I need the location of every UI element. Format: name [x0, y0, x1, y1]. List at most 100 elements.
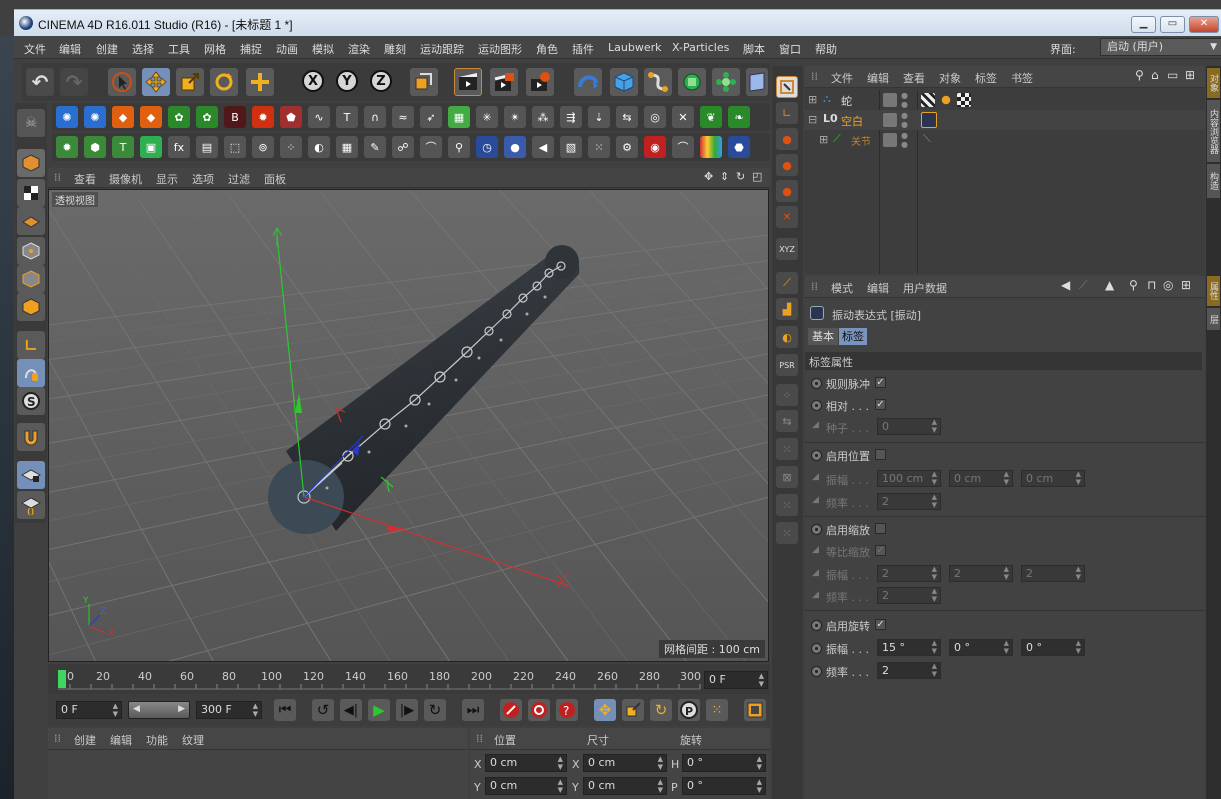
tab-content-browser[interactable]: 内容浏览器	[1207, 100, 1220, 162]
lock-z-axis-button[interactable]: Z	[370, 70, 392, 92]
om-menu-bookmarks[interactable]: 书签	[1011, 70, 1033, 86]
render-settings-icon[interactable]	[526, 68, 554, 96]
lock-y-axis-button[interactable]: Y	[336, 70, 358, 92]
viewport-menu-filter[interactable]: 过滤	[228, 171, 250, 187]
texture-mode-icon[interactable]	[17, 179, 45, 207]
enable-scale-checkbox[interactable]	[875, 523, 886, 534]
render-view-icon[interactable]	[454, 68, 482, 96]
xp-gravity-icon[interactable]: ⇣	[588, 106, 610, 128]
xp-group-icon[interactable]: ◆	[140, 106, 162, 128]
viewport-menu-display[interactable]: 显示	[156, 171, 178, 187]
xp-leaf-icon[interactable]: ❦	[700, 106, 722, 128]
cube-primitive-icon[interactable]	[610, 68, 638, 96]
xp-text-icon[interactable]: T	[336, 106, 358, 128]
xyz-axis-icon[interactable]: XYZ	[776, 238, 798, 260]
points-mode-icon[interactable]	[17, 237, 45, 265]
size-x-field[interactable]: 0 cm ▲ ▼	[583, 754, 667, 772]
xp-fx-icon[interactable]: fx	[168, 136, 190, 158]
om-menu-file[interactable]: 文件	[831, 70, 853, 86]
scale-tool-icon[interactable]	[176, 68, 204, 96]
layout-select[interactable]: 启动 (用户) ▼	[1100, 38, 1221, 56]
go-to-start-icon[interactable]: ⏮	[274, 699, 296, 721]
xp-vortex-icon[interactable]: ◎	[644, 106, 666, 128]
ik-tag-icon[interactable]: ⟍	[923, 132, 931, 146]
viewport-pan-icon[interactable]: ✥	[704, 170, 713, 183]
animate-radio[interactable]	[811, 450, 822, 461]
lock-x-axis-button[interactable]: X	[302, 70, 324, 92]
xp-kill-icon[interactable]: ◉	[644, 136, 666, 158]
position-amplitude-y-field[interactable]: 0 cm ▲ ▼	[949, 470, 1013, 487]
tab-objects[interactable]: 对象	[1207, 68, 1220, 98]
visibility-dots-icon[interactable]: ● ●	[901, 111, 908, 129]
scale-frequency-field[interactable]: 2 ▲ ▼	[877, 587, 941, 604]
new-window-icon[interactable]: ⊞	[1185, 68, 1195, 82]
visibility-dots-icon[interactable]: ● ●	[901, 131, 908, 149]
redo-icon[interactable]: ↷	[60, 68, 88, 96]
menu-snap[interactable]: 捕捉	[240, 41, 262, 57]
spinner-icon[interactable]: ▲ ▼	[757, 778, 762, 794]
menu-mograph[interactable]: 运动图形	[478, 41, 522, 57]
magnet-icon[interactable]	[17, 423, 45, 451]
xp-shield-icon[interactable]: ⬟	[280, 106, 302, 128]
xp-graph-icon[interactable]: ▤	[196, 136, 218, 158]
object-name[interactable]: 关节	[851, 133, 871, 148]
expand-icon[interactable]: ⊟	[808, 113, 817, 126]
animate-radio[interactable]	[811, 378, 822, 389]
vibrate-tag-icon[interactable]	[921, 112, 937, 128]
spinner-icon[interactable]: ▲ ▼	[759, 672, 764, 688]
object-name[interactable]: 蛇	[841, 93, 852, 109]
object-row[interactable]: ⊞ ⛬ 蛇 ● ●	[805, 90, 1205, 110]
perspective-viewport[interactable]: Y X Z 透视视图 网格间距 : 100 cm	[48, 189, 769, 662]
live-selection-icon[interactable]	[108, 68, 136, 96]
am-menu-user-data[interactable]: 用户数据	[903, 280, 947, 296]
xp-burst-icon[interactable]: ✳	[476, 106, 498, 128]
play-forward-icon[interactable]: ▶	[368, 699, 390, 721]
joint-mirror-icon[interactable]: ●	[776, 154, 798, 176]
tab-tag[interactable]: 标签	[839, 328, 867, 345]
object-row[interactable]: ⊟ L0 空白 ● ●	[805, 110, 1205, 130]
visibility-dots-icon[interactable]: ● ●	[901, 91, 908, 109]
tweak-mode-icon[interactable]	[17, 359, 45, 387]
nurbs-icon[interactable]	[678, 68, 706, 96]
animate-radio[interactable]	[811, 524, 822, 535]
axis-mode-icon[interactable]: ∟	[17, 331, 45, 359]
xp-brush-icon[interactable]: ✎	[364, 136, 386, 158]
move-tool-icon[interactable]	[142, 68, 170, 96]
scale-amplitude-z-field[interactable]: 2 ▲ ▼	[1021, 565, 1085, 582]
render-picture-viewer-icon[interactable]	[490, 68, 518, 96]
xp-collider-icon[interactable]: ⬢	[84, 136, 106, 158]
material-menu-function[interactable]: 功能	[146, 732, 168, 748]
xp-system-icon[interactable]: ✺	[84, 106, 106, 128]
layer-swatch[interactable]	[883, 93, 897, 107]
model-mode-icon[interactable]: ☠	[17, 109, 45, 137]
keyframe-selection-icon[interactable]: ?	[556, 699, 578, 721]
key-position-icon[interactable]: ✥	[594, 699, 616, 721]
target-icon[interactable]: ◎	[1163, 278, 1173, 292]
xp-torus-icon[interactable]: ⊚	[252, 136, 274, 158]
material-menu-create[interactable]: 创建	[74, 732, 96, 748]
animate-radio[interactable]	[811, 666, 822, 677]
xp-cone-icon[interactable]: ◀	[532, 136, 554, 158]
workplane-icon[interactable]	[17, 207, 45, 235]
animate-radio[interactable]	[811, 400, 822, 411]
xp-cubes-icon[interactable]: ⬚	[224, 136, 246, 158]
start-frame-field[interactable]: 0 F ▲ ▼	[56, 701, 122, 719]
viewport-rotate-icon[interactable]: ↻	[736, 170, 745, 183]
xp-stripes-icon[interactable]: ▧	[560, 136, 582, 158]
xp-split-dots-icon[interactable]: ⁙	[588, 136, 610, 158]
animate-radio[interactable]	[811, 620, 822, 631]
record-keys-icon[interactable]	[500, 699, 522, 721]
spinner-icon[interactable]: ▲ ▼	[558, 755, 563, 771]
tab-attributes[interactable]: 属性	[1207, 276, 1220, 306]
spinner-icon[interactable]: ▲ ▼	[658, 778, 663, 794]
coordinate-system-icon[interactable]	[410, 68, 438, 96]
box-tool-icon[interactable]: ⊠	[776, 466, 798, 488]
rotation-amplitude-p-field[interactable]: 0 ° ▲ ▼	[949, 639, 1013, 656]
spline-ik-icon[interactable]: ⟋	[776, 272, 798, 294]
menu-script[interactable]: 脚本	[743, 41, 765, 57]
menu-x-particles[interactable]: X-Particles	[672, 41, 729, 54]
xp-explosia-icon[interactable]: ✹	[252, 106, 274, 128]
spinner-icon[interactable]: ▲ ▼	[932, 639, 937, 655]
viewport-menu-view[interactable]: 查看	[74, 171, 96, 187]
recent-tool-icon[interactable]	[246, 68, 274, 96]
